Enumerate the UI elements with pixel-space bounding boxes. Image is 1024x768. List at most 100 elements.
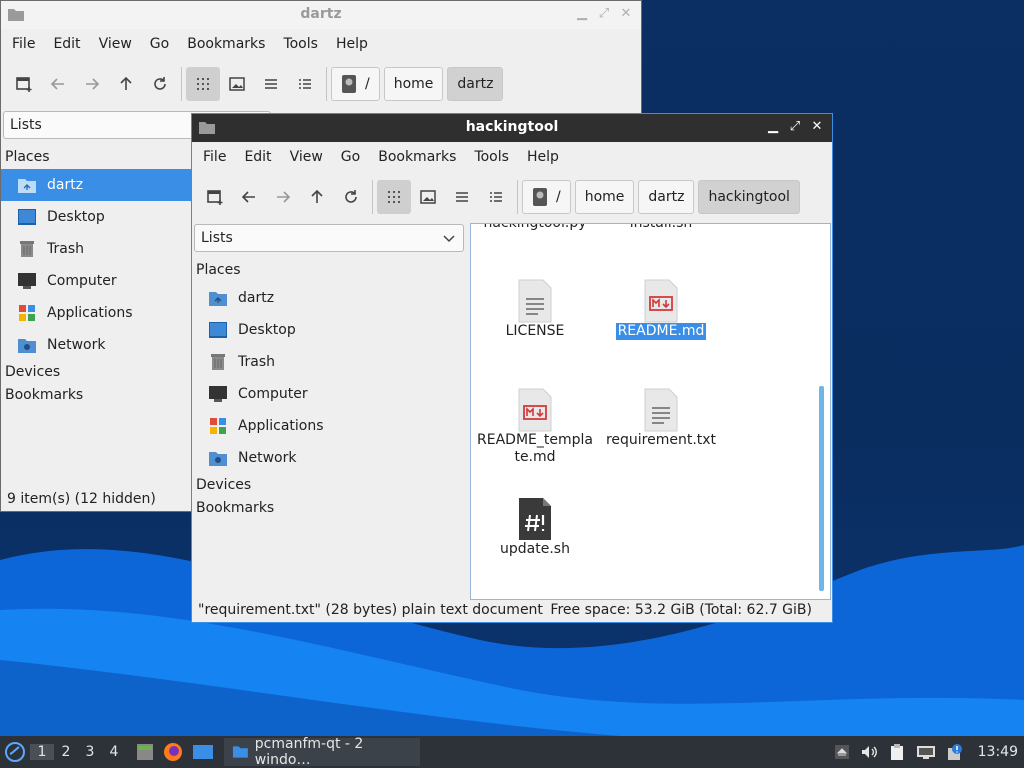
detailed-view-button[interactable] — [479, 180, 513, 214]
maximize-button[interactable]: ⤢ — [595, 5, 613, 23]
file-view[interactable]: hackingtool.py install.sh LICENSE README… — [470, 223, 831, 600]
thumbnail-view-button[interactable] — [220, 67, 254, 101]
scrollbar-thumb[interactable] — [819, 386, 824, 591]
compact-view-button[interactable] — [445, 180, 479, 214]
menu-go[interactable]: Go — [332, 149, 369, 165]
compact-list-icon — [265, 79, 277, 89]
new-tab-button[interactable] — [7, 67, 41, 101]
breadcrumb-home[interactable]: home — [383, 67, 444, 101]
devices-header[interactable]: Devices — [192, 474, 466, 497]
detailed-list-icon — [490, 192, 502, 202]
sidebar-item-network[interactable]: Network — [192, 442, 466, 474]
breadcrumb-home[interactable]: home — [574, 180, 635, 214]
start-menu-button[interactable] — [0, 736, 30, 768]
file-item-readme-template[interactable]: README_templa te.md — [471, 388, 599, 466]
up-button[interactable] — [109, 67, 143, 101]
update-notifier-icon[interactable] — [946, 743, 964, 761]
menu-help[interactable]: Help — [327, 36, 377, 52]
menu-edit[interactable]: Edit — [44, 36, 89, 52]
separator — [517, 180, 518, 214]
menu-help[interactable]: Help — [518, 149, 568, 165]
text-file-icon — [641, 388, 681, 432]
file-item-license[interactable]: LICENSE — [471, 279, 599, 340]
network-icon[interactable] — [916, 744, 936, 760]
sidebar-item-applications[interactable]: Applications — [192, 410, 466, 442]
file-item-readme[interactable]: README.md — [597, 279, 725, 340]
clock[interactable]: 13:49 — [978, 744, 1018, 760]
breadcrumb-hackingtool[interactable]: hackingtool — [698, 180, 800, 214]
volume-icon[interactable] — [860, 744, 878, 760]
workspace-3[interactable]: 3 — [78, 744, 102, 760]
taskbar-task-pcmanfm[interactable]: pcmanfm-qt - 2 windo… — [224, 736, 420, 768]
new-tab-button[interactable] — [198, 180, 232, 214]
reload-button[interactable] — [334, 180, 368, 214]
chevron-down-icon — [443, 235, 455, 243]
forward-button[interactable] — [266, 180, 300, 214]
breadcrumb-label: hackingtool — [708, 189, 790, 205]
sidebar-view-select[interactable]: Lists — [194, 224, 464, 252]
file-name: hackingtool.py — [483, 223, 587, 231]
bookmarks-header[interactable]: Bookmarks — [192, 497, 466, 520]
workspace-4[interactable]: 4 — [102, 744, 126, 760]
menu-bookmarks[interactable]: Bookmarks — [369, 149, 465, 165]
sidebar-item-label: Trash — [47, 241, 84, 257]
menu-tools[interactable]: Tools — [465, 149, 518, 165]
menu-go[interactable]: Go — [141, 36, 178, 52]
file-item-update[interactable]: update.sh — [471, 497, 599, 558]
title-bar[interactable]: hackingtool ▁ ⤢ ✕ — [192, 114, 832, 142]
back-button[interactable] — [232, 180, 266, 214]
forward-button[interactable] — [75, 67, 109, 101]
menu-tools[interactable]: Tools — [274, 36, 327, 52]
quicklaunch-files[interactable] — [132, 743, 158, 761]
text-file-icon — [515, 279, 555, 323]
menu-file[interactable]: File — [194, 149, 235, 165]
workspace-1[interactable]: 1 — [30, 744, 54, 760]
file-item-requirement[interactable]: requirement.txt — [597, 388, 725, 449]
icon-view-button[interactable] — [377, 180, 411, 214]
image-icon — [229, 77, 245, 91]
breadcrumb-root[interactable]: / — [331, 67, 380, 101]
menu-file[interactable]: File — [3, 36, 44, 52]
file-manager-window-hackingtool[interactable]: hackingtool ▁ ⤢ ✕ File Edit View Go Book… — [191, 113, 833, 623]
detailed-view-button[interactable] — [288, 67, 322, 101]
clipboard-icon[interactable] — [888, 743, 906, 761]
compact-view-button[interactable] — [254, 67, 288, 101]
breadcrumb-label: / — [365, 76, 370, 92]
close-button[interactable]: ✕ — [617, 5, 635, 23]
sidebar-item-dartz[interactable]: dartz — [192, 282, 466, 314]
sidebar-item-computer[interactable]: Computer — [192, 378, 466, 410]
menu-view[interactable]: View — [281, 149, 332, 165]
minimize-button[interactable]: ▁ — [764, 118, 782, 136]
sidebar-item-label: dartz — [238, 290, 275, 306]
maximize-button[interactable]: ⤢ — [786, 118, 804, 136]
back-button[interactable] — [41, 67, 75, 101]
free-space-text: Free space: 53.2 GiB (Total: 62.7 GiB) — [550, 602, 812, 618]
workspace-2[interactable]: 2 — [54, 744, 78, 760]
close-button[interactable]: ✕ — [808, 118, 826, 136]
icon-view-button[interactable] — [186, 67, 220, 101]
drive-icon — [533, 188, 547, 206]
arrow-left-icon — [50, 78, 64, 90]
compact-list-icon — [456, 192, 468, 202]
menu-edit[interactable]: Edit — [235, 149, 280, 165]
title-bar[interactable]: dartz ▁ ⤢ ✕ — [1, 1, 641, 29]
menu-bookmarks[interactable]: Bookmarks — [178, 36, 274, 52]
eject-icon[interactable] — [834, 744, 850, 760]
up-button[interactable] — [300, 180, 334, 214]
breadcrumb-dartz[interactable]: dartz — [447, 67, 504, 101]
breadcrumb-root[interactable]: / — [522, 180, 571, 214]
places-header[interactable]: Places — [192, 259, 466, 282]
sidebar-item-trash[interactable]: Trash — [192, 346, 466, 378]
sidebar-item-desktop[interactable]: Desktop — [192, 314, 466, 346]
minimize-button[interactable]: ▁ — [573, 5, 591, 23]
drive-icon — [342, 75, 356, 93]
quicklaunch-desktop[interactable] — [188, 744, 218, 760]
file-item[interactable]: install.sh — [597, 224, 725, 232]
breadcrumb-dartz[interactable]: dartz — [638, 180, 695, 214]
taskbar: 1 2 3 4 pcmanfm-qt - 2 windo… 13:49 — [0, 736, 1024, 768]
quicklaunch-firefox[interactable] — [158, 742, 188, 762]
file-item[interactable]: hackingtool.py — [471, 223, 599, 232]
reload-button[interactable] — [143, 67, 177, 101]
menu-view[interactable]: View — [90, 36, 141, 52]
thumbnail-view-button[interactable] — [411, 180, 445, 214]
